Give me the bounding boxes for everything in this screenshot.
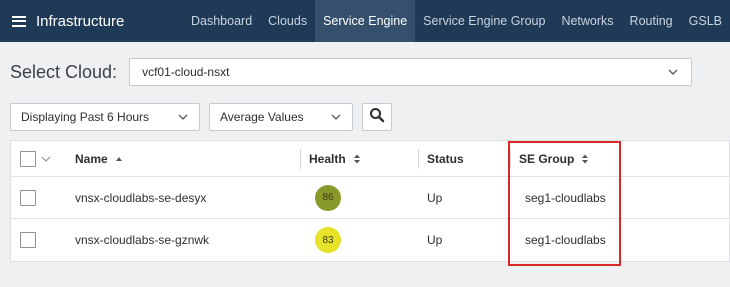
status-cell: Up bbox=[427, 190, 443, 205]
se-group-link[interactable]: seg1-cloudlabs bbox=[525, 233, 606, 247]
column-health-label: Health bbox=[309, 151, 346, 166]
column-header-health[interactable]: Health bbox=[309, 152, 362, 166]
time-range-dropdown[interactable]: Displaying Past 6 Hours bbox=[10, 103, 200, 131]
column-name-label: Name bbox=[75, 151, 108, 166]
values-mode-value: Average Values bbox=[220, 110, 304, 124]
service-engine-table: Name Health Status SE Group vnsx-cloudla… bbox=[10, 140, 730, 262]
top-navigation-bar: Infrastructure Dashboard Clouds Service … bbox=[0, 0, 730, 42]
tab-service-engine-group[interactable]: Service Engine Group bbox=[415, 0, 553, 42]
checkbox[interactable] bbox=[20, 189, 36, 206]
table-row[interactable]: vnsx-cloudlabs-se-gznwk 83 Up seg1-cloud… bbox=[11, 219, 729, 261]
tab-dashboard[interactable]: Dashboard bbox=[183, 0, 260, 42]
cloud-dropdown-value: vcf01-cloud-nsxt bbox=[142, 65, 230, 79]
health-cell: 86 bbox=[315, 184, 341, 211]
nav-tabs: Dashboard Clouds Service Engine Service … bbox=[183, 0, 730, 42]
select-all-checkbox[interactable] bbox=[20, 150, 36, 167]
checkbox[interactable] bbox=[20, 232, 36, 248]
tab-networks[interactable]: Networks bbox=[553, 0, 621, 42]
health-score-badge[interactable]: 83 bbox=[315, 227, 341, 253]
app-title: Infrastructure bbox=[36, 12, 125, 30]
column-status-label: Status bbox=[427, 151, 464, 166]
column-header-se-group[interactable]: SE Group bbox=[519, 152, 590, 166]
table-row[interactable]: vnsx-cloudlabs-se-desyx 86 Up seg1-cloud… bbox=[11, 177, 729, 219]
cloud-selector-row: Select Cloud: vcf01-cloud-nsxt bbox=[10, 58, 693, 86]
health-score-badge[interactable]: 86 bbox=[315, 184, 341, 211]
tab-routing[interactable]: Routing bbox=[622, 0, 681, 42]
app-brand[interactable]: Infrastructure bbox=[0, 13, 183, 30]
search-icon bbox=[369, 107, 385, 128]
chevron-down-icon bbox=[330, 111, 342, 126]
sort-icon bbox=[352, 153, 362, 165]
select-all-control[interactable] bbox=[20, 150, 52, 167]
values-mode-dropdown[interactable]: Average Values bbox=[209, 103, 353, 131]
sort-icon bbox=[580, 153, 590, 165]
column-se-group-label: SE Group bbox=[519, 151, 575, 166]
se-group-link[interactable]: seg1-cloudlabs bbox=[525, 191, 606, 205]
se-name-link[interactable]: vnsx-cloudlabs-se-gznwk bbox=[75, 233, 209, 247]
cloud-dropdown[interactable]: vcf01-cloud-nsxt bbox=[129, 58, 693, 86]
chevron-down-icon[interactable] bbox=[40, 153, 52, 165]
search-button[interactable] bbox=[362, 103, 392, 131]
column-header-status[interactable]: Status bbox=[427, 152, 464, 166]
status-cell: Up bbox=[427, 233, 443, 247]
health-cell: 83 bbox=[315, 227, 341, 253]
time-range-value: Displaying Past 6 Hours bbox=[21, 110, 150, 124]
column-divider[interactable] bbox=[300, 149, 301, 169]
hamburger-menu-icon[interactable] bbox=[12, 15, 26, 27]
tab-service-engine[interactable]: Service Engine bbox=[315, 0, 416, 42]
table-header-row: Name Health Status SE Group bbox=[11, 141, 729, 177]
column-divider[interactable] bbox=[418, 149, 419, 169]
filter-bar: Displaying Past 6 Hours Average Values bbox=[10, 103, 392, 131]
column-divider[interactable] bbox=[510, 149, 511, 169]
chevron-down-icon bbox=[667, 66, 679, 81]
select-cloud-label: Select Cloud: bbox=[10, 61, 118, 82]
row-checkbox[interactable] bbox=[20, 232, 36, 248]
row-checkbox[interactable] bbox=[20, 189, 36, 206]
tab-gslb[interactable]: GSLB bbox=[681, 0, 730, 42]
column-header-name[interactable]: Name bbox=[75, 152, 124, 166]
sort-ascending-icon bbox=[114, 154, 124, 164]
chevron-down-icon bbox=[177, 111, 189, 126]
tab-clouds[interactable]: Clouds bbox=[260, 0, 315, 42]
se-name-link[interactable]: vnsx-cloudlabs-se-desyx bbox=[75, 191, 206, 205]
